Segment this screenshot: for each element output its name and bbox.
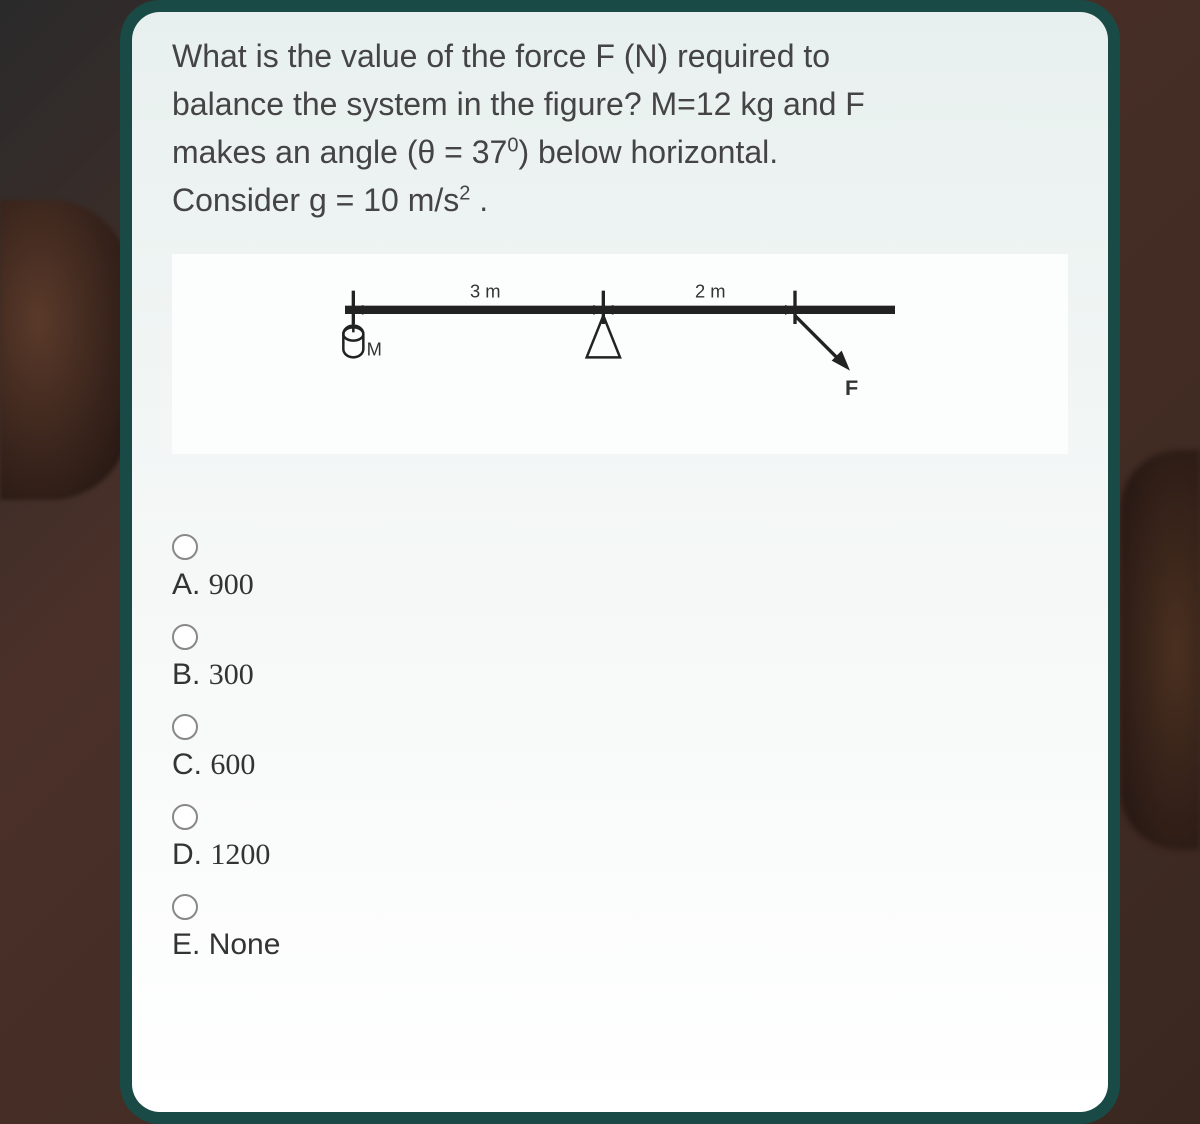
force-label: F bbox=[845, 375, 858, 400]
question-line1: What is the value of the force F (N) req… bbox=[172, 38, 830, 74]
radio-icon[interactable] bbox=[172, 624, 198, 650]
radio-icon[interactable] bbox=[172, 714, 198, 740]
option-label: E. None bbox=[172, 928, 1068, 962]
question-line3-sup: 0 bbox=[507, 134, 518, 156]
option-label: C. 600 bbox=[172, 748, 1068, 782]
question-line3a: makes an angle (θ = 37 bbox=[172, 134, 507, 170]
option-c[interactable]: C. 600 bbox=[172, 714, 1068, 782]
question-line4-sup: 2 bbox=[459, 182, 470, 204]
radio-icon[interactable] bbox=[172, 894, 198, 920]
question-line3b: ) below horizontal. bbox=[518, 134, 778, 170]
mass-label: M bbox=[367, 339, 382, 360]
question-text: What is the value of the force F (N) req… bbox=[172, 32, 1068, 224]
option-a[interactable]: A. 900 bbox=[172, 534, 1068, 602]
question-line2: balance the system in the figure? M=12 k… bbox=[172, 86, 865, 122]
option-label: B. 300 bbox=[172, 658, 1068, 692]
option-label: D. 1200 bbox=[172, 838, 1068, 872]
phone-frame: What is the value of the force F (N) req… bbox=[120, 0, 1120, 1124]
option-e[interactable]: E. None bbox=[172, 894, 1068, 962]
dist-right-label: 2 m bbox=[695, 280, 726, 301]
quiz-screen: What is the value of the force F (N) req… bbox=[132, 12, 1108, 1112]
option-b[interactable]: B. 300 bbox=[172, 624, 1068, 692]
radio-icon[interactable] bbox=[172, 534, 198, 560]
question-line4a: Consider g = 10 m/s bbox=[172, 182, 459, 218]
radio-icon[interactable] bbox=[172, 804, 198, 830]
option-label: A. 900 bbox=[172, 568, 1068, 602]
options-list: A. 900 B. 300 C. 600 D. 1200 E. None bbox=[172, 534, 1068, 962]
finger-left bbox=[0, 200, 130, 500]
beam-diagram-svg: 3 m 2 m bbox=[182, 274, 1058, 424]
question-line4b: . bbox=[470, 182, 488, 218]
option-d[interactable]: D. 1200 bbox=[172, 804, 1068, 872]
finger-right bbox=[1120, 450, 1200, 850]
physics-figure: 3 m 2 m bbox=[172, 254, 1068, 454]
dist-left-label: 3 m bbox=[470, 280, 501, 301]
